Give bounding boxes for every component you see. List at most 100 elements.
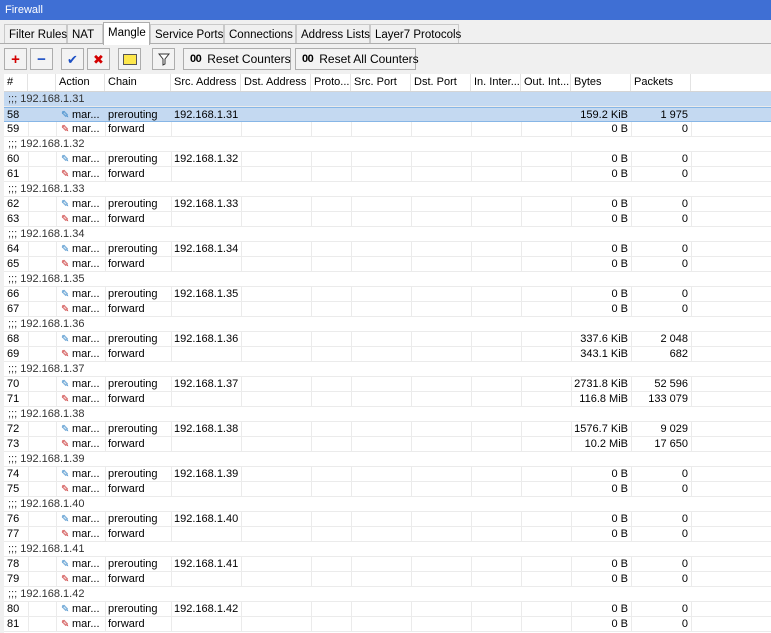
remove-button[interactable]: − — [30, 48, 53, 70]
tab-layer7-protocols[interactable]: Layer7 Protocols — [370, 24, 461, 44]
cell-number: 74 — [7, 468, 20, 480]
cell-action: ✎ mar... — [56, 617, 105, 631]
comment-row[interactable]: ;;; 192.168.1.41 — [4, 542, 771, 557]
comment-row[interactable]: ;;; 192.168.1.39 — [4, 452, 771, 467]
cell-chain: forward — [108, 618, 145, 630]
mangle-rules-table[interactable]: # Action Chain Src. Address Dst. Address… — [4, 74, 771, 633]
table-row[interactable]: 62 ✎ mar... prerouting 192.168.1.33 0 B0 — [4, 197, 771, 212]
column-divider — [311, 257, 312, 272]
pencil-red-icon: ✎ — [61, 619, 70, 630]
pencil-icon: ✎ — [61, 334, 70, 345]
table-row[interactable]: 66 ✎ mar... prerouting 192.168.1.35 0 B0 — [4, 287, 771, 302]
col-header-action[interactable]: Action — [56, 74, 105, 91]
col-header-in-interface[interactable]: In. Inter... — [471, 74, 521, 91]
filter-button[interactable] — [152, 48, 175, 70]
col-header-dst-address[interactable]: Dst. Address — [241, 74, 311, 91]
table-row[interactable]: 67 ✎ mar... forward 0 B0 — [4, 302, 771, 317]
column-divider — [691, 422, 692, 437]
col-header-src-port[interactable]: Src. Port — [351, 74, 411, 91]
comment-row[interactable]: ;;; 192.168.1.40 — [4, 497, 771, 512]
col-header-chain[interactable]: Chain — [105, 74, 171, 91]
comment-row[interactable]: ;;; 192.168.1.32 — [4, 137, 771, 152]
col-header-protocol[interactable]: Proto... — [311, 74, 351, 91]
table-row[interactable]: 80 ✎ mar... prerouting 192.168.1.42 0 B0 — [4, 602, 771, 617]
table-row[interactable]: 60 ✎ mar... prerouting 192.168.1.32 0 B0 — [4, 152, 771, 167]
table-row[interactable]: 58 ✎ mar... prerouting 192.168.1.31 159.2 KiB… — [4, 107, 771, 122]
col-header-bytes[interactable]: Bytes — [571, 74, 631, 91]
reset-counters-label: Reset Counters — [207, 52, 291, 66]
column-divider — [691, 437, 692, 452]
col-header-number[interactable]: # — [4, 74, 28, 91]
column-divider — [311, 467, 312, 482]
column-divider — [411, 557, 412, 572]
pencil-icon: ✎ — [61, 289, 70, 300]
table-row[interactable]: 81 ✎ mar... forward 0 B0 — [4, 617, 771, 632]
table-row[interactable]: 74 ✎ mar... prerouting 192.168.1.39 0 B0 — [4, 467, 771, 482]
column-divider — [241, 617, 242, 632]
reset-counters-button[interactable]: 00 Reset Counters — [183, 48, 291, 70]
disable-button[interactable]: ✖ — [87, 48, 110, 70]
table-row[interactable]: 63 ✎ mar... forward 0 B0 — [4, 212, 771, 227]
table-row[interactable]: 68 ✎ mar... prerouting 192.168.1.36 337.6 KiB… — [4, 332, 771, 347]
tab-filter-rules[interactable]: Filter Rules — [4, 24, 67, 44]
col-header-flags[interactable] — [28, 74, 56, 91]
comment-row[interactable]: ;;; 192.168.1.42 — [4, 587, 771, 602]
tab-connections[interactable]: Connections — [224, 24, 296, 44]
column-divider — [411, 257, 412, 272]
column-divider — [521, 377, 522, 392]
col-header-out-interface[interactable]: Out. Int... — [521, 74, 571, 91]
cell-src-address — [171, 257, 241, 271]
table-row[interactable]: 70 ✎ mar... prerouting 192.168.1.37 2731.8 Ki… — [4, 377, 771, 392]
comment-row[interactable]: ;;; 192.168.1.38 — [4, 407, 771, 422]
table-row[interactable]: 77 ✎ mar... forward 0 B0 — [4, 527, 771, 542]
column-divider — [521, 257, 522, 272]
column-divider — [28, 437, 29, 452]
comment-row[interactable]: ;;; 192.168.1.36 — [4, 317, 771, 332]
table-row[interactable]: 61 ✎ mar... forward 0 B0 — [4, 167, 771, 182]
add-button[interactable]: + — [4, 48, 27, 70]
table-row[interactable]: 73 ✎ mar... forward 10.2 MiB 17 650 — [4, 437, 771, 452]
comment-row[interactable]: ;;; 192.168.1.33 — [4, 182, 771, 197]
tab-service-ports[interactable]: Service Ports — [150, 24, 224, 44]
table-row[interactable]: 78 ✎ mar... prerouting 192.168.1.41 0 B0 — [4, 557, 771, 572]
comment-row[interactable]: ;;; 192.168.1.35 — [4, 272, 771, 287]
table-row[interactable]: 59 ✎ mar... forward 0 B0 — [4, 122, 771, 137]
tab-address-lists[interactable]: Address Lists — [296, 24, 370, 44]
table-row[interactable]: 69 ✎ mar... forward 343.1 KiB 682 — [4, 347, 771, 362]
enable-button[interactable]: ✔ — [61, 48, 84, 70]
table-row[interactable]: 71 ✎ mar... forward 116.8 MiB 133 079 — [4, 392, 771, 407]
col-header-dst-port[interactable]: Dst. Port — [411, 74, 471, 91]
column-divider — [411, 572, 412, 587]
comment-row[interactable]: ;;; 192.168.1.31 — [4, 92, 771, 107]
comment-button[interactable] — [118, 48, 141, 70]
column-divider — [471, 167, 472, 182]
column-divider — [471, 422, 472, 437]
cell-chain: prerouting — [108, 603, 158, 615]
column-divider — [521, 212, 522, 227]
comment-row[interactable]: ;;; 192.168.1.34 — [4, 227, 771, 242]
column-divider — [691, 602, 692, 617]
table-row[interactable]: 79 ✎ mar... forward 0 B0 — [4, 572, 771, 587]
col-header-packets[interactable]: Packets — [631, 74, 691, 91]
table-row[interactable]: 65 ✎ mar... forward 0 B0 — [4, 257, 771, 272]
table-row[interactable]: 72 ✎ mar... prerouting 192.168.1.38 1576.7 Ki… — [4, 422, 771, 437]
cell-chain: forward — [108, 573, 145, 585]
column-divider — [28, 212, 29, 227]
cell-packets: 2 048 — [660, 333, 688, 345]
table-row[interactable]: 76 ✎ mar... prerouting 192.168.1.40 0 B0 — [4, 512, 771, 527]
col-header-src-address[interactable]: Src. Address — [171, 74, 241, 91]
reset-all-counters-button[interactable]: 00 Reset All Counters — [295, 48, 419, 70]
cell-bytes: 0 B — [611, 258, 628, 270]
cell-packets: 0 — [681, 483, 688, 495]
table-row[interactable]: 64 ✎ mar... prerouting 192.168.1.34 0 B0 — [4, 242, 771, 257]
table-row[interactable]: 75 ✎ mar... forward 0 B0 — [4, 482, 771, 497]
column-divider — [471, 287, 472, 302]
cell-packets: 0 — [681, 198, 688, 210]
column-divider — [411, 467, 412, 482]
tab-nat[interactable]: NAT — [67, 24, 103, 44]
comment-row[interactable]: ;;; 192.168.1.37 — [4, 362, 771, 377]
column-divider — [351, 602, 352, 617]
column-divider — [471, 467, 472, 482]
tab-mangle[interactable]: Mangle — [103, 22, 150, 45]
column-divider — [411, 482, 412, 497]
